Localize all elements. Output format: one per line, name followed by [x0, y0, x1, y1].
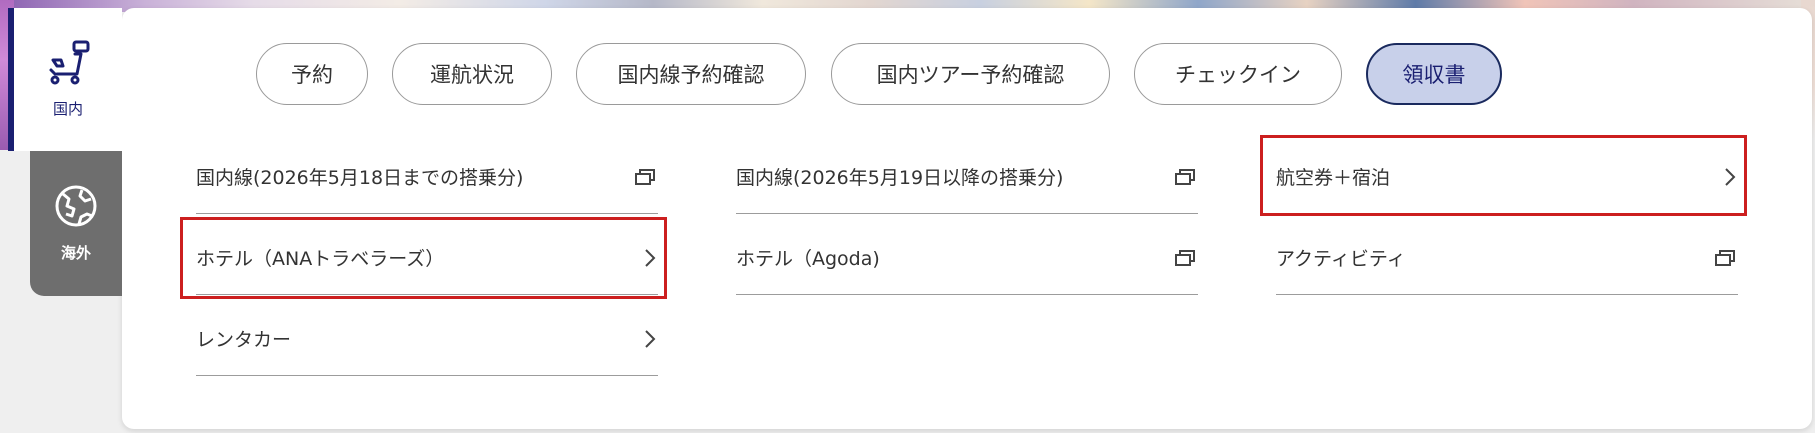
nav-pill-reservation[interactable]: 予約 [256, 43, 368, 105]
chevron-right-icon [1724, 167, 1736, 187]
nav-pill-receipt[interactable]: 領収書 [1366, 43, 1502, 105]
menu-item-domestic-flight-from-0519[interactable]: 国内線(2026年5月19日以降の搭乗分) [736, 140, 1198, 214]
menu-item-label: 国内線(2026年5月18日までの搭乗分) [196, 167, 524, 189]
menu-item-label: 国内線(2026年5月19日以降の搭乗分) [736, 167, 1064, 189]
category-tab-overseas[interactable]: 海外 [30, 151, 122, 296]
category-tab-domestic[interactable]: 国内 [8, 8, 122, 151]
nav-pill-flight-status[interactable]: 運航状況 [392, 43, 552, 105]
external-window-icon [1174, 168, 1196, 186]
external-window-icon [1714, 249, 1736, 267]
menu-item-domestic-flight-until-0518[interactable]: 国内線(2026年5月18日までの搭乗分) [196, 140, 658, 214]
menu-item-rental-car[interactable]: レンタカー [196, 302, 658, 376]
menu-item-hotel-ana-travelers[interactable]: ホテル（ANAトラベラーズ） [196, 221, 658, 295]
category-label-overseas: 海外 [60, 244, 91, 262]
external-window-icon [1174, 249, 1196, 267]
nav-pill-checkin[interactable]: チェックイン [1134, 43, 1342, 105]
globe-icon [54, 184, 98, 232]
menu-item-label: アクティビティ [1276, 248, 1406, 270]
menu-item-label: 航空券＋宿泊 [1276, 167, 1391, 189]
menu-item-label: ホテル（ANAトラベラーズ） [196, 248, 445, 270]
chevron-right-icon [644, 329, 656, 349]
menu-item-hotel-agoda[interactable]: ホテル（Agoda) [736, 221, 1198, 295]
external-window-icon [634, 168, 656, 186]
menu-item-label: ホテル（Agoda) [736, 248, 880, 270]
chevron-right-icon [644, 248, 656, 268]
nav-pill-domestic-tour-check[interactable]: 国内ツアー予約確認 [831, 43, 1110, 105]
airline-seat-icon [43, 40, 93, 90]
menu-item-activity[interactable]: アクティビティ [1276, 221, 1738, 295]
category-label-domestic: 国内 [52, 100, 83, 118]
nav-pill-domestic-booking-check[interactable]: 国内線予約確認 [576, 43, 806, 105]
menu-item-label: レンタカー [196, 329, 292, 351]
menu-item-flight-plus-hotel[interactable]: 航空券＋宿泊 [1276, 140, 1738, 214]
